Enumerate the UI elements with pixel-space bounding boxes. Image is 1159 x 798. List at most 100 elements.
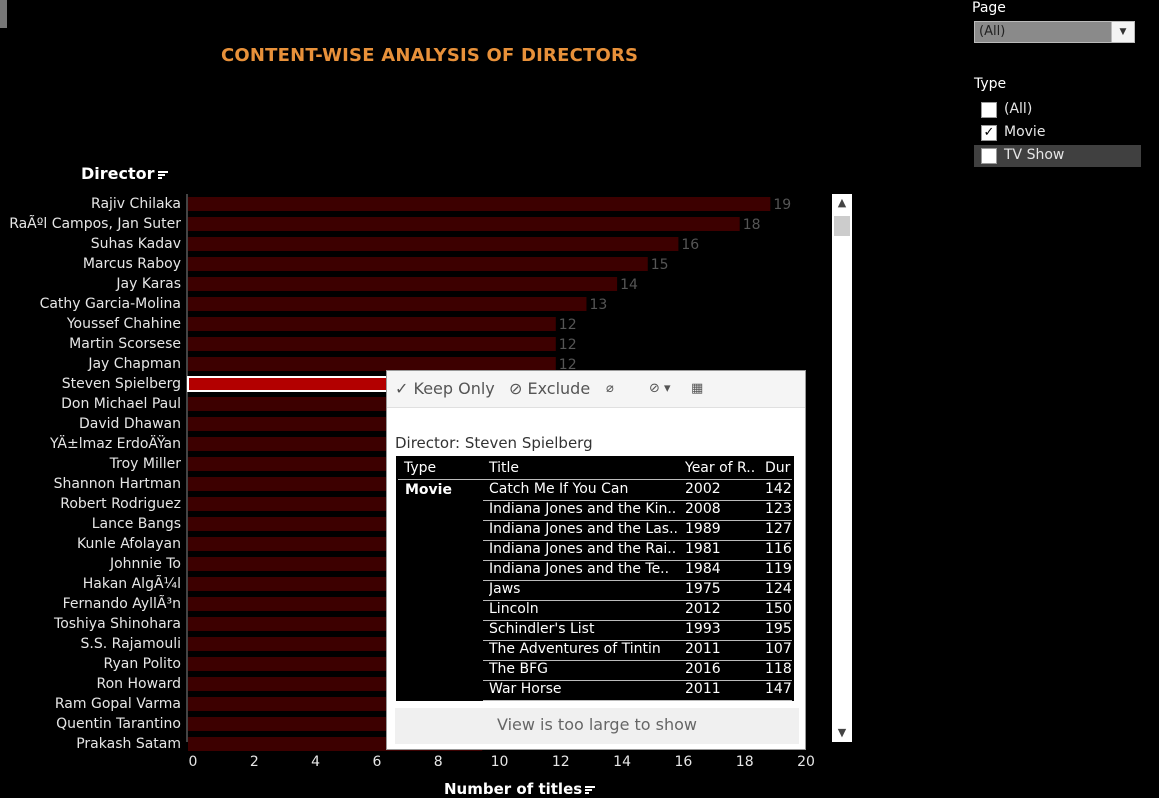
value-label: 12 [559, 317, 577, 333]
title-cell: Indiana Jones and the Te.. [489, 561, 670, 577]
duration-cell: 150 [765, 601, 792, 617]
value-label: 19 [773, 197, 791, 213]
x-tick-label: 8 [434, 754, 443, 770]
value-label: 15 [651, 257, 669, 273]
tooltip-footer: View is too large to show [395, 708, 799, 744]
bar [188, 297, 587, 311]
type-option-label: (All) [1004, 101, 1033, 117]
view-data-icon[interactable]: ▦ [691, 381, 703, 396]
x-tick-label: 20 [797, 754, 815, 770]
x-tick-label: 4 [311, 754, 320, 770]
checkbox-tv-show[interactable] [981, 148, 997, 164]
chevron-down-icon[interactable]: ▼ [1111, 22, 1134, 42]
header-divider [398, 479, 792, 480]
keep-only-button[interactable]: ✓ Keep Only [395, 379, 495, 398]
x-axis-title[interactable]: Number of titles [444, 780, 596, 798]
type-option-all[interactable]: (All) [974, 99, 1141, 121]
x-tick-label: 12 [552, 754, 570, 770]
chart-scrollbar[interactable]: ▲ ▼ [832, 194, 852, 742]
year-cell: 1981 [685, 541, 721, 557]
duration-cell: 124 [765, 581, 792, 597]
title-cell: Indiana Jones and the Kin.. [489, 501, 677, 517]
sort-icon[interactable] [585, 785, 596, 795]
col-header-year: Year of R.. [685, 460, 756, 476]
x-tick-label: 6 [372, 754, 381, 770]
tooltip-heading: Director: Steven Spielberg [395, 434, 593, 452]
title-cell: Indiana Jones and the Las.. [489, 521, 678, 537]
year-cell: 2011 [685, 641, 721, 657]
bar [188, 337, 556, 351]
col-header-dur: Dur [765, 460, 791, 476]
bar [188, 217, 740, 231]
year-cell: 2016 [685, 661, 721, 677]
x-axis-label: Number of titles [444, 780, 583, 798]
type-cell: Movie [405, 482, 452, 498]
year-cell: 1984 [685, 561, 721, 577]
duration-cell: 107 [765, 641, 792, 657]
group-icon[interactable]: ⊘ ▾ [649, 381, 671, 396]
duration-cell: 123 [765, 501, 792, 517]
title-cell: Lincoln [489, 601, 539, 617]
title-cell: The Adventures of Tintin [489, 641, 661, 657]
bar [188, 237, 679, 251]
duration-cell: 142 [765, 481, 792, 497]
bar [188, 357, 556, 371]
checkbox-movie[interactable]: ✓ [981, 125, 997, 141]
col-header-title: Title [489, 460, 520, 476]
value-label: 16 [681, 237, 699, 253]
type-option-label: TV Show [1004, 147, 1065, 163]
page-filter-label: Page [972, 0, 1006, 16]
checkbox-all[interactable] [981, 102, 997, 118]
page-filter-dropdown[interactable]: (All) ▼ [974, 21, 1135, 43]
title-cell: War Horse [489, 681, 562, 697]
duration-cell: 119 [765, 561, 792, 577]
title-cell: Jaws [489, 581, 521, 597]
bar [188, 317, 556, 331]
tooltip: ✓ Keep Only ⊘ Exclude ⌀ ⊘ ▾ ▦ Director: … [386, 370, 806, 750]
x-tick-label: 0 [189, 754, 198, 770]
scroll-thumb[interactable] [834, 216, 850, 236]
duration-cell: 118 [765, 661, 792, 677]
title-cell: Catch Me If You Can [489, 481, 629, 497]
year-cell: 2011 [685, 681, 721, 697]
row-divider [483, 700, 792, 701]
exclude-label: Exclude [527, 379, 591, 398]
exclude-button[interactable]: ⊘ Exclude [509, 379, 590, 398]
scroll-down-icon[interactable]: ▼ [832, 724, 852, 742]
page-filter-value: (All) [979, 24, 1006, 39]
x-tick-label: 10 [491, 754, 509, 770]
year-cell: 2002 [685, 481, 721, 497]
x-tick-label: 14 [613, 754, 631, 770]
title-cell: Schindler's List [489, 621, 595, 637]
value-label: 18 [743, 217, 761, 233]
col-header-type: Type [404, 460, 437, 476]
bar [188, 197, 771, 211]
tooltip-toolbar: ✓ Keep Only ⊘ Exclude ⌀ ⊘ ▾ ▦ [387, 371, 805, 408]
type-option-tv-show[interactable]: TV Show [974, 145, 1141, 167]
title-cell: Indiana Jones and the Rai.. [489, 541, 677, 557]
type-option-label: Movie [1004, 124, 1046, 140]
type-option-movie[interactable]: ✓ Movie [974, 122, 1141, 144]
paperclip-icon[interactable]: ⌀ [606, 381, 614, 396]
duration-cell: 147 [765, 681, 792, 697]
value-label: 12 [559, 337, 577, 353]
year-cell: 1975 [685, 581, 721, 597]
year-cell: 1993 [685, 621, 721, 637]
x-tick-label: 2 [250, 754, 259, 770]
bar [188, 257, 648, 271]
type-filter-label: Type [974, 76, 1007, 92]
year-cell: 2008 [685, 501, 721, 517]
scroll-up-icon[interactable]: ▲ [832, 194, 852, 212]
duration-cell: 116 [765, 541, 792, 557]
year-cell: 2012 [685, 601, 721, 617]
x-tick-label: 16 [674, 754, 692, 770]
x-tick-label: 18 [736, 754, 754, 770]
tooltip-table: Type Title Year of R.. Dur Movie Catch M… [396, 456, 794, 701]
title-cell: The BFG [489, 661, 548, 677]
year-cell: 1989 [685, 521, 721, 537]
duration-cell: 127 [765, 521, 792, 537]
value-label: 14 [620, 277, 638, 293]
keep-only-label: Keep Only [413, 379, 495, 398]
duration-cell: 195 [765, 621, 792, 637]
bar [188, 277, 618, 291]
